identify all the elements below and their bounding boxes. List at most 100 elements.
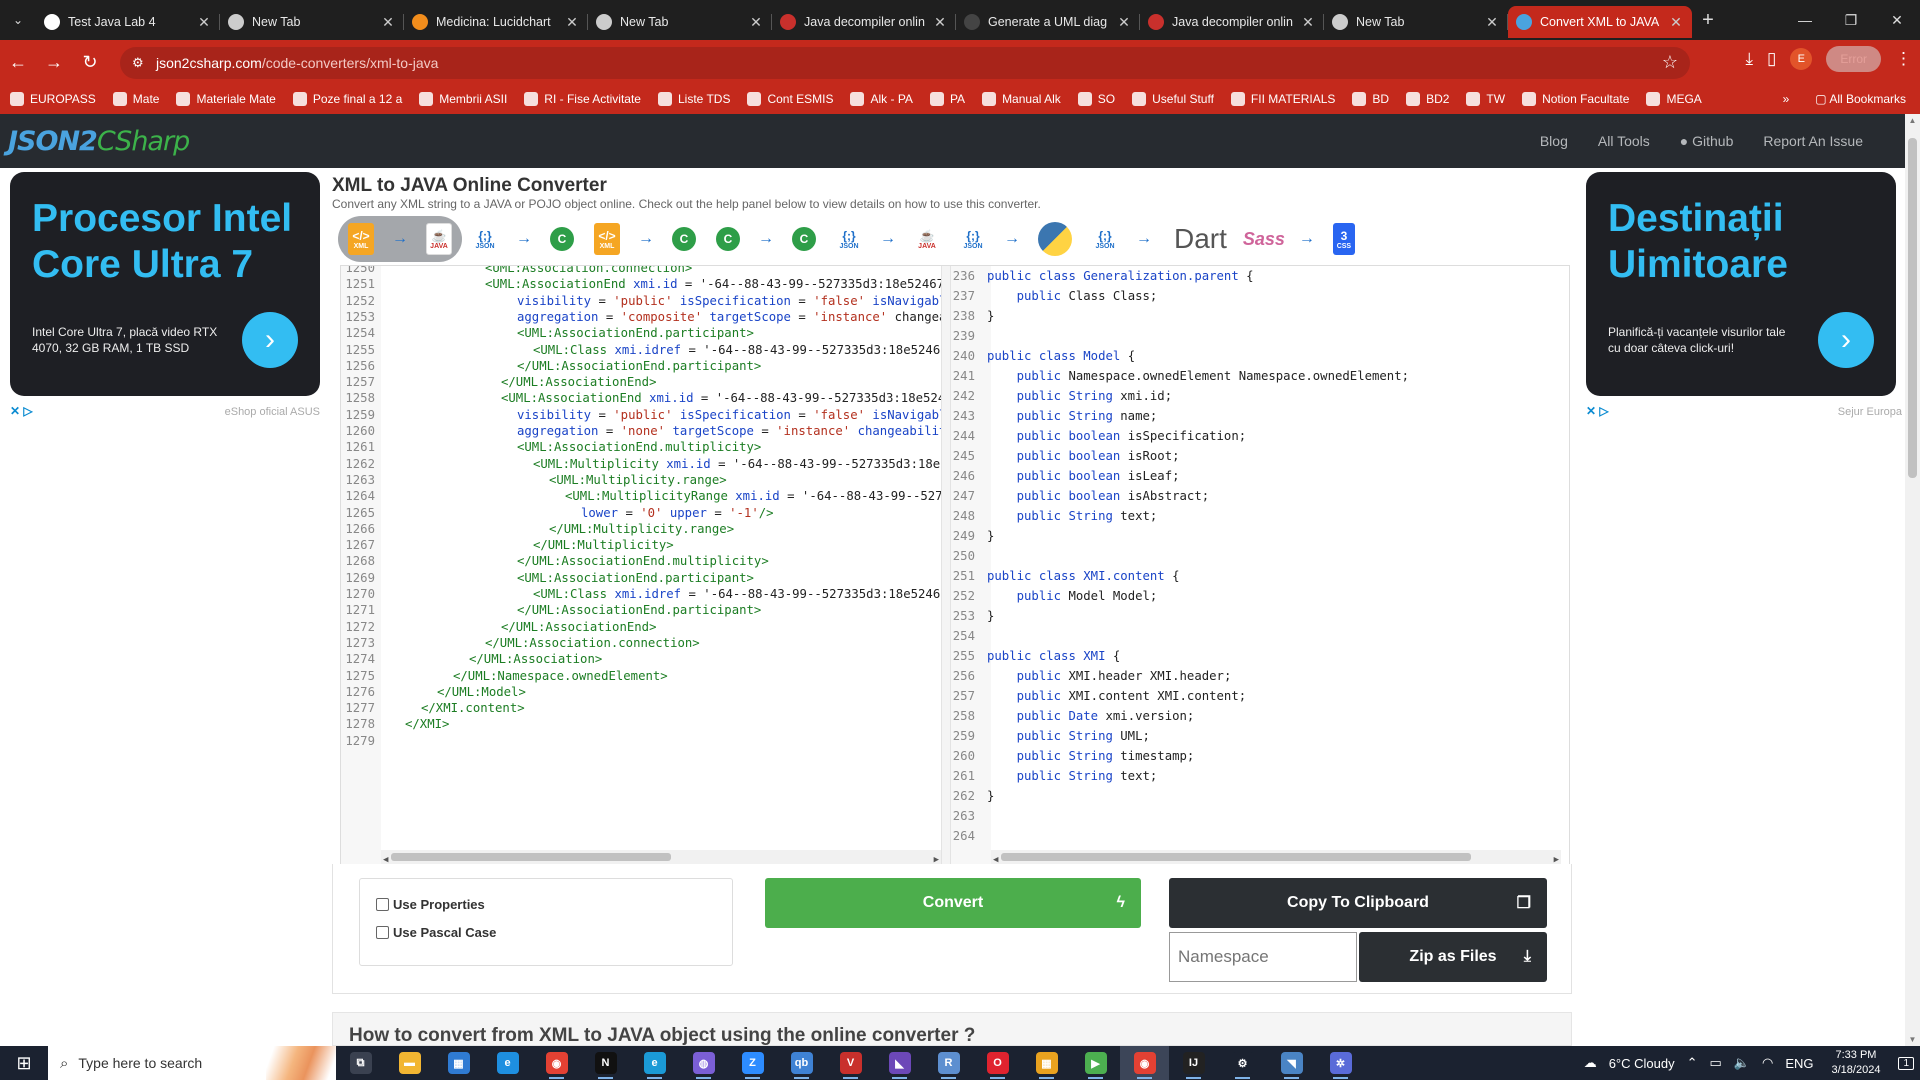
page-scroll-thumb[interactable] (1908, 138, 1917, 478)
bookmark-item[interactable]: Manual Alk (982, 92, 1061, 106)
taskbar-app-intellij[interactable]: IJ (1169, 1046, 1218, 1080)
namespace-input[interactable] (1169, 932, 1357, 982)
taskbar-app-netflix[interactable]: N (581, 1046, 630, 1080)
use-properties-checkbox[interactable] (376, 898, 389, 911)
scroll-right-icon[interactable]: ▶ (934, 850, 939, 864)
bookmark-item[interactable]: MEGA (1646, 92, 1702, 106)
forward-arrow-icon[interactable]: → (36, 52, 72, 73)
tab-close-icon[interactable]: ✕ (380, 14, 396, 31)
browser-tab[interactable]: Test Java Lab 4 ✕ (36, 6, 220, 38)
bookmark-item[interactable]: Poze final a 12 a (292, 92, 402, 106)
bookmark-item[interactable]: BD2 (1406, 92, 1449, 106)
download-icon[interactable]: ⤓ (1745, 49, 1753, 69)
profile-avatar[interactable]: E (1790, 48, 1813, 70)
mode-xml-to-java[interactable]: </> XML → ☕ JAVA (338, 216, 462, 262)
scroll-left-icon[interactable]: ◀ (383, 850, 388, 864)
taskbar-app-settings[interactable]: ⚙ (1218, 1046, 1267, 1080)
java-hscroll[interactable]: ◀ ▶ (991, 850, 1561, 864)
browser-tab[interactable]: Convert XML to JAVA ✕ (1508, 6, 1692, 38)
bookmark-item[interactable]: EUROPASS (10, 92, 96, 106)
nav-report-issue[interactable]: Report An Issue (1763, 133, 1863, 149)
ad-choices-icon[interactable]: ✕ ▷ (1586, 404, 1609, 418)
left-ad-source[interactable]: eShop oficial ASUS (225, 406, 320, 418)
bookmark-item[interactable]: SO (1077, 92, 1115, 106)
language-indicator[interactable]: ENG (1785, 1056, 1813, 1071)
taskbar-app-zoom[interactable]: Z (728, 1046, 777, 1080)
reload-icon[interactable]: ↻ (72, 52, 108, 73)
copy-to-clipboard-button[interactable]: Copy To Clipboard ❐ (1169, 878, 1547, 928)
taskbar-search[interactable]: ⌕ Type here to search (48, 1046, 336, 1080)
bookmark-item[interactable]: Liste TDS (657, 92, 730, 106)
minimize-icon[interactable]: — (1782, 0, 1828, 40)
scroll-up-icon[interactable]: ▲ (1905, 116, 1920, 125)
java-hscroll-thumb[interactable] (1001, 853, 1471, 861)
tab-close-icon[interactable]: ✕ (748, 14, 764, 31)
use-pascal-case-checkbox[interactable] (376, 926, 389, 939)
taskbar-app-discord[interactable]: ◍ (679, 1046, 728, 1080)
site-logo[interactable]: JSON2CSharp (8, 126, 190, 157)
use-pascal-case-option[interactable]: Use Pascal Case (376, 925, 496, 940)
bookmark-item[interactable]: Useful Stuff (1132, 92, 1214, 106)
taskbar-app-r-studio[interactable]: R (924, 1046, 973, 1080)
tab-search-chevron-icon[interactable]: ⌄ (0, 0, 36, 40)
scroll-right-icon[interactable]: ▶ (1554, 850, 1559, 864)
bookmark-item[interactable]: FII MATERIALS (1230, 92, 1335, 106)
weather-icon[interactable]: ☁ (1584, 1055, 1597, 1071)
side-panel-icon[interactable]: ▯ (1767, 49, 1776, 69)
taskbar-app-chrome[interactable]: ◉ (532, 1046, 581, 1080)
back-arrow-icon[interactable]: ← (0, 52, 36, 73)
bookmark-item[interactable]: TW (1466, 92, 1505, 106)
bookmark-item[interactable]: Alk - PA (850, 92, 913, 106)
bookmark-item[interactable]: Materiale Mate (176, 92, 276, 106)
nav-blog[interactable]: Blog (1540, 133, 1568, 149)
tab-close-icon[interactable]: ✕ (1668, 14, 1684, 31)
browser-tab[interactable]: Medicina: Lucidchart ✕ (404, 6, 588, 38)
taskbar-app-bird-app[interactable]: ◥ (1267, 1046, 1316, 1080)
taskbar-app-chrome-active[interactable]: ◉ (1120, 1046, 1169, 1080)
howto-panel-header[interactable]: How to convert from XML to JAVA object u… (332, 1012, 1572, 1046)
bookmark-item[interactable]: Mate (112, 92, 159, 106)
right-ad-arrow-icon[interactable]: › (1818, 312, 1874, 368)
mode-json-to-csharp[interactable]: {;} JSON → C (462, 216, 584, 262)
tab-close-icon[interactable]: ✕ (932, 14, 948, 31)
scroll-left-icon[interactable]: ◀ (993, 850, 998, 864)
volume-icon[interactable]: 🔈 (1734, 1055, 1750, 1071)
mode-json-to-dart[interactable]: {;} JSON → Dart (1082, 216, 1237, 262)
nav-github[interactable]: ● Github (1680, 133, 1734, 149)
pane-splitter[interactable] (941, 266, 951, 864)
address-bar[interactable]: ⚙ json2csharp.com/code-converters/xml-to… (120, 47, 1690, 79)
right-ad-source[interactable]: Sejur Europa (1838, 406, 1902, 418)
taskbar-app-network-app[interactable]: ✲ (1316, 1046, 1365, 1080)
close-window-icon[interactable]: ✕ (1874, 0, 1920, 40)
browser-tab[interactable]: Generate a UML diag ✕ (956, 6, 1140, 38)
site-info-icon[interactable]: ⚙ (132, 55, 144, 71)
mode-csharp-to-json[interactable]: C → C (706, 216, 826, 262)
tab-close-icon[interactable]: ✕ (1300, 14, 1316, 31)
notification-badge[interactable]: 1 (1898, 1056, 1914, 1070)
left-ad[interactable]: Procesor Intel Core Ultra 7 Intel Core U… (10, 172, 320, 396)
bookmark-item[interactable]: BD (1352, 92, 1389, 106)
mode-json-to-python[interactable]: {;} JSON → (950, 216, 1082, 262)
java-output-pane[interactable]: 236 public class Generalization.parent {2… (951, 266, 1569, 864)
taskbar-app-visual-studio[interactable]: ◣ (875, 1046, 924, 1080)
taskbar-app-rubik-app[interactable]: ▦ (1022, 1046, 1071, 1080)
tab-close-icon[interactable]: ✕ (1116, 14, 1132, 31)
xml-hscroll-thumb[interactable] (391, 853, 671, 861)
taskbar-app-vivaldi[interactable]: V (826, 1046, 875, 1080)
meet-now-icon[interactable]: ▭ (1710, 1055, 1722, 1071)
bookmark-item[interactable]: RI - Fise Activitate (524, 92, 641, 106)
tab-close-icon[interactable]: ✕ (564, 14, 580, 31)
xml-hscroll[interactable]: ◀ ▶ (381, 850, 941, 864)
bookmark-item[interactable]: Membrii ASII (419, 92, 507, 106)
bookmark-item[interactable]: Cont ESMIS (747, 92, 833, 106)
taskbar-app-internet-explorer[interactable]: e (483, 1046, 532, 1080)
browser-tab[interactable]: New Tab ✕ (220, 6, 404, 38)
use-properties-option[interactable]: Use Properties (376, 897, 485, 912)
bookmarks-overflow-icon[interactable]: » (1783, 92, 1790, 106)
tab-close-icon[interactable]: ✕ (196, 14, 212, 31)
zip-as-files-button[interactable]: Zip as Files ⤓ (1359, 932, 1547, 982)
all-bookmarks[interactable]: ▢ All Bookmarks (1815, 92, 1906, 106)
browser-tab[interactable]: New Tab ✕ (588, 6, 772, 38)
browser-tab[interactable]: New Tab ✕ (1324, 6, 1508, 38)
mode-xml-to-csharp[interactable]: </> XML → C (584, 216, 706, 262)
